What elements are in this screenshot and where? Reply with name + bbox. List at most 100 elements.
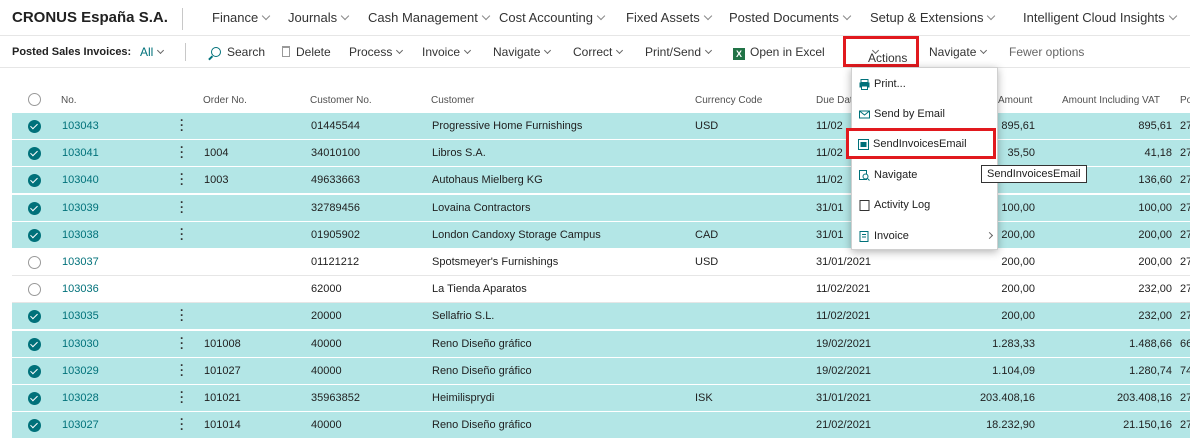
table-row[interactable]: 103029 · · · 101027 40000 Reno Diseño gráfico 1…	[12, 358, 1190, 385]
actions-menu-button[interactable]: Actions	[843, 36, 919, 67]
row-select-checkbox[interactable]	[28, 419, 41, 432]
customer-name: Lovaina Contractors	[432, 202, 531, 214]
correct-menu[interactable]: Correct	[573, 45, 624, 59]
row-select-checkbox[interactable]	[28, 365, 41, 378]
fewer-options-button[interactable]: Fewer options	[1009, 45, 1084, 59]
menu-item-invoice[interactable]: Invoice	[858, 223, 996, 249]
nav-intelligent-cloud-insights[interactable]: Intelligent Cloud Insights	[1023, 10, 1177, 25]
invoice-no-link[interactable]: 103030	[62, 338, 99, 350]
row-actions-icon[interactable]: · · ·	[180, 413, 184, 435]
customer-no: 01445544	[311, 120, 360, 132]
row-actions-icon[interactable]: · · ·	[180, 386, 184, 408]
view-filter-all[interactable]: All	[140, 45, 165, 59]
invoice-no-link[interactable]: 103035	[62, 310, 99, 322]
print-send-menu[interactable]: Print/Send	[645, 45, 713, 59]
nav-cash-management[interactable]: Cash Management	[368, 10, 491, 25]
row-actions-icon[interactable]: · · ·	[180, 359, 184, 381]
amount: 1.283,33	[992, 338, 1035, 350]
invoice-no-link[interactable]: 103039	[62, 202, 99, 214]
chevron-down-icon	[544, 46, 552, 55]
trash-icon	[282, 46, 290, 57]
invoice-no-link[interactable]: 103041	[62, 147, 99, 159]
customer-name: Spotsmeyer's Furnishings	[432, 256, 559, 268]
col-customer[interactable]: Customer	[431, 95, 474, 106]
row-select-checkbox[interactable]	[28, 202, 41, 215]
table-row[interactable]: 103036 62000 La Tienda Aparatos 11/02/2021 2…	[12, 276, 1190, 303]
nav-journals[interactable]: Journals	[288, 10, 350, 25]
row-select-checkbox[interactable]	[28, 338, 41, 351]
divider	[185, 43, 186, 61]
table-row[interactable]: 103038 · · · 01905902 London Candoxy Storage …	[12, 222, 1190, 249]
row-select-checkbox[interactable]	[28, 120, 41, 133]
process-menu[interactable]: Process	[349, 45, 404, 59]
col-posting[interactable]: Po	[1180, 95, 1190, 106]
customer-name: Reno Diseño gráfico	[432, 338, 532, 350]
navigate-menu-secondary[interactable]: Navigate	[929, 45, 988, 59]
customer-no: 49633663	[311, 174, 360, 186]
row-actions-icon[interactable]: · · ·	[180, 114, 184, 136]
nav-posted-documents[interactable]: Posted Documents	[729, 10, 852, 25]
due-date: 11/02/2021	[816, 283, 871, 295]
row-actions-icon[interactable]: · · ·	[180, 223, 184, 245]
row-actions-icon[interactable]: · · ·	[180, 141, 184, 163]
table-row[interactable]: 103030 · · · 101008 40000 Reno Diseño gráfico 1…	[12, 331, 1190, 358]
navigate-menu[interactable]: Navigate	[493, 45, 552, 59]
invoice-no-link[interactable]: 103028	[62, 392, 99, 404]
col-due-date[interactable]: Due Dat	[816, 95, 853, 106]
table-row[interactable]: 103041 · · · 1004 34010100 Libros S.A. 11/02 35,…	[12, 140, 1190, 167]
invoice-no-link[interactable]: 103040	[62, 174, 99, 186]
col-order-no[interactable]: Order No.	[203, 95, 247, 106]
table-row[interactable]: 103039 · · · 32789456 Lovaina Contractors 31/0…	[12, 195, 1190, 222]
select-all-checkbox[interactable]	[28, 93, 41, 106]
nav-fixed-assets[interactable]: Fixed Assets	[626, 10, 712, 25]
invoice-no-link[interactable]: 103043	[62, 120, 99, 132]
company-name[interactable]: CRONUS España S.A.	[12, 9, 168, 26]
order-no: 101008	[204, 338, 241, 350]
menu-item-send-by-email[interactable]: Send by Email	[858, 101, 996, 127]
row-select-checkbox[interactable]	[28, 392, 41, 405]
nav-cost-accounting[interactable]: Cost Accounting	[499, 10, 606, 25]
row-actions-icon[interactable]: · · ·	[180, 304, 184, 326]
nav-setup-extensions[interactable]: Setup & Extensions	[870, 10, 996, 25]
row-actions-icon[interactable]: · · ·	[180, 168, 184, 190]
table-row[interactable]: 103043 · · · 01445544 Progressive Home Furnis…	[12, 113, 1190, 140]
customer-no: 35963852	[311, 392, 360, 404]
invoice-menu[interactable]: Invoice	[422, 45, 472, 59]
table-row[interactable]: 103028 · · · 101021 35963852 Heimilisprydi ISK 3…	[12, 385, 1190, 412]
row-select-checkbox[interactable]	[28, 310, 41, 323]
col-amount-including-vat[interactable]: Amount Including VAT	[1062, 95, 1160, 106]
customer-no: 40000	[311, 338, 342, 350]
row-actions-icon[interactable]: · · ·	[180, 196, 184, 218]
action-bar: Posted Sales Invoices: All Search Delete…	[0, 36, 1190, 68]
table-row[interactable]: 103037 01121212 Spotsmeyer's Furnishings US…	[12, 249, 1190, 276]
delete-button[interactable]: Delete	[282, 45, 331, 59]
invoice-no-link[interactable]: 103037	[62, 256, 99, 268]
invoice-no-link[interactable]: 103027	[62, 419, 99, 431]
menu-item-activity-log[interactable]: Activity Log	[858, 192, 996, 218]
table-row[interactable]: 103027 · · · 101014 40000 Reno Diseño gráfico 2…	[12, 412, 1190, 439]
menu-item-navigate[interactable]: Navigate	[858, 162, 996, 188]
nav-finance[interactable]: Finance	[212, 10, 271, 25]
search-button[interactable]: Search	[211, 45, 265, 59]
row-select-checkbox[interactable]	[28, 283, 41, 296]
row-select-checkbox[interactable]	[28, 256, 41, 269]
col-amount[interactable]: Amount	[998, 95, 1032, 106]
col-currency-code[interactable]: Currency Code	[695, 95, 762, 106]
row-select-checkbox[interactable]	[28, 229, 41, 242]
row-select-checkbox[interactable]	[28, 147, 41, 160]
due-date: 21/02/2021	[816, 419, 872, 431]
menu-item-print[interactable]: Print...	[858, 71, 996, 97]
invoice-no-link[interactable]: 103036	[62, 283, 99, 295]
invoice-no-link[interactable]: 103029	[62, 365, 99, 377]
col-no[interactable]: No.	[61, 95, 77, 106]
invoice-no-link[interactable]: 103038	[62, 229, 99, 241]
chevron-down-icon	[262, 11, 271, 21]
due-date: 11/02	[816, 174, 843, 186]
row-actions-icon[interactable]: · · ·	[180, 332, 184, 354]
customer-name: Reno Diseño gráfico	[432, 365, 532, 377]
table-row[interactable]: 103035 · · · 20000 Sellafrio S.L. 11/02/2021 20…	[12, 303, 1190, 330]
open-in-excel-button[interactable]: X Open in Excel	[733, 45, 825, 60]
col-customer-no[interactable]: Customer No.	[310, 95, 372, 106]
row-select-checkbox[interactable]	[28, 174, 41, 187]
menu-item-send-invoices-email[interactable]: SendInvoicesEmail	[846, 128, 996, 159]
